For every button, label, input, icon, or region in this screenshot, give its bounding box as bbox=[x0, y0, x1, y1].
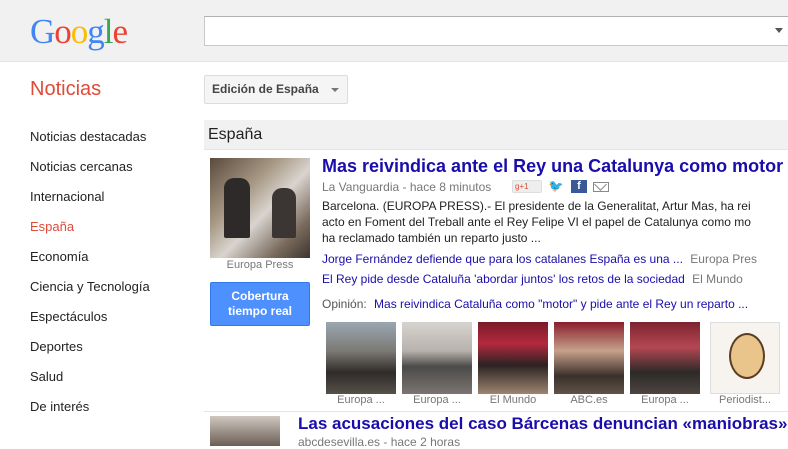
photo-thumbnail[interactable]: Europa ... bbox=[326, 322, 396, 406]
section-brand-title[interactable]: Noticias bbox=[30, 78, 101, 101]
chevron-down-icon bbox=[330, 88, 339, 92]
photo-caption: El Mundo bbox=[489, 394, 537, 406]
photo-caption: Periodist... bbox=[719, 394, 771, 406]
story-image[interactable] bbox=[210, 158, 310, 258]
story-snippet: Barcelona. (EUROPA PRESS).- El president… bbox=[322, 198, 788, 246]
search-input[interactable] bbox=[204, 16, 788, 46]
search-dropdown-arrow-icon[interactable] bbox=[775, 28, 783, 33]
photo-thumbnail[interactable]: El Mundo bbox=[478, 322, 548, 406]
photo-thumbnail[interactable]: Periodist... bbox=[710, 322, 780, 406]
realtime-coverage-button[interactable]: Cobertura tiempo real bbox=[210, 282, 310, 326]
photo-caption: Europa ... bbox=[337, 394, 385, 406]
section-header: España bbox=[204, 120, 788, 150]
photo-caption: Europa ... bbox=[413, 394, 461, 406]
related-article-source: El Mundo bbox=[692, 272, 743, 286]
opinion-label: Opinión: bbox=[322, 297, 367, 311]
snippet-line: ha reclamado también un reparto justo ..… bbox=[322, 231, 541, 245]
sidebar-item-de-interes[interactable]: De interés bbox=[30, 392, 200, 422]
sidebar-item-deportes[interactable]: Deportes bbox=[30, 332, 200, 362]
photo-thumbnail[interactable]: Europa ... bbox=[630, 322, 700, 406]
sidebar-item-salud[interactable]: Salud bbox=[30, 362, 200, 392]
related-article-source: Europa Pres bbox=[690, 252, 757, 266]
related-article: El Rey pide desde Cataluña 'abordar junt… bbox=[322, 272, 743, 286]
mail-icon[interactable] bbox=[593, 182, 610, 192]
photo-thumbnail[interactable]: Europa ... bbox=[402, 322, 472, 406]
story-source-line: La Vanguardia - hace 8 minutos bbox=[322, 180, 492, 194]
story-headline[interactable]: Mas reivindica ante el Rey una Catalunya… bbox=[322, 156, 783, 177]
top-bar: Google bbox=[0, 0, 788, 62]
sidebar-item-espectaculos[interactable]: Espectáculos bbox=[30, 302, 200, 332]
facebook-icon[interactable]: f bbox=[570, 180, 587, 193]
sidebar-item-noticias-destacadas[interactable]: Noticias destacadas bbox=[30, 122, 200, 152]
related-article-link[interactable]: Jorge Fernández defiende que para los ca… bbox=[322, 252, 683, 266]
story-headline[interactable]: Las acusaciones del caso Bárcenas denunc… bbox=[298, 414, 788, 434]
photo-thumbnail[interactable]: ABC.es bbox=[554, 322, 624, 406]
edition-selector[interactable]: Edición de España bbox=[204, 75, 348, 104]
google-logo[interactable]: Google bbox=[30, 12, 128, 52]
related-article: Jorge Fernández defiende que para los ca… bbox=[322, 252, 757, 266]
sidebar-item-economia[interactable]: Economía bbox=[30, 242, 200, 272]
snippet-line: Barcelona. (EUROPA PRESS).- El president… bbox=[322, 199, 751, 213]
edition-label: Edición de España bbox=[212, 82, 319, 96]
story-source: abcdesevilla.es - hace 2 horas bbox=[298, 435, 461, 449]
story-time: hace 8 minutos bbox=[409, 180, 492, 194]
story-image-caption: Europa Press bbox=[226, 259, 294, 271]
share-icons: g+1 🐦 f bbox=[512, 180, 611, 194]
sidebar-item-noticias-cercanas[interactable]: Noticias cercanas bbox=[30, 152, 200, 182]
twitter-icon[interactable]: 🐦 bbox=[548, 180, 564, 193]
photo-caption: ABC.es bbox=[570, 394, 608, 406]
photo-caption: Europa ... bbox=[641, 394, 689, 406]
sidebar-nav: Noticias destacadas Noticias cercanas In… bbox=[30, 122, 200, 422]
sidebar-item-ciencia-tecnologia[interactable]: Ciencia y Tecnología bbox=[30, 272, 200, 302]
google-plus-icon[interactable]: g+1 bbox=[512, 180, 542, 193]
sidebar-item-internacional[interactable]: Internacional bbox=[30, 182, 200, 212]
story-source: La Vanguardia bbox=[322, 180, 400, 194]
story-card: Europa Press Cobertura tiempo real Mas r… bbox=[204, 152, 788, 410]
sidebar-item-espana[interactable]: España bbox=[30, 212, 200, 242]
related-article-link[interactable]: El Rey pide desde Cataluña 'abordar junt… bbox=[322, 272, 685, 286]
opinion-article: Opinión: Mas reivindica Cataluña como "m… bbox=[322, 297, 748, 311]
opinion-article-link[interactable]: Mas reivindica Cataluña como "motor" y p… bbox=[374, 297, 748, 311]
snippet-line: acto en Foment del Treball ante el Rey F… bbox=[322, 215, 751, 229]
story-divider bbox=[204, 411, 788, 412]
